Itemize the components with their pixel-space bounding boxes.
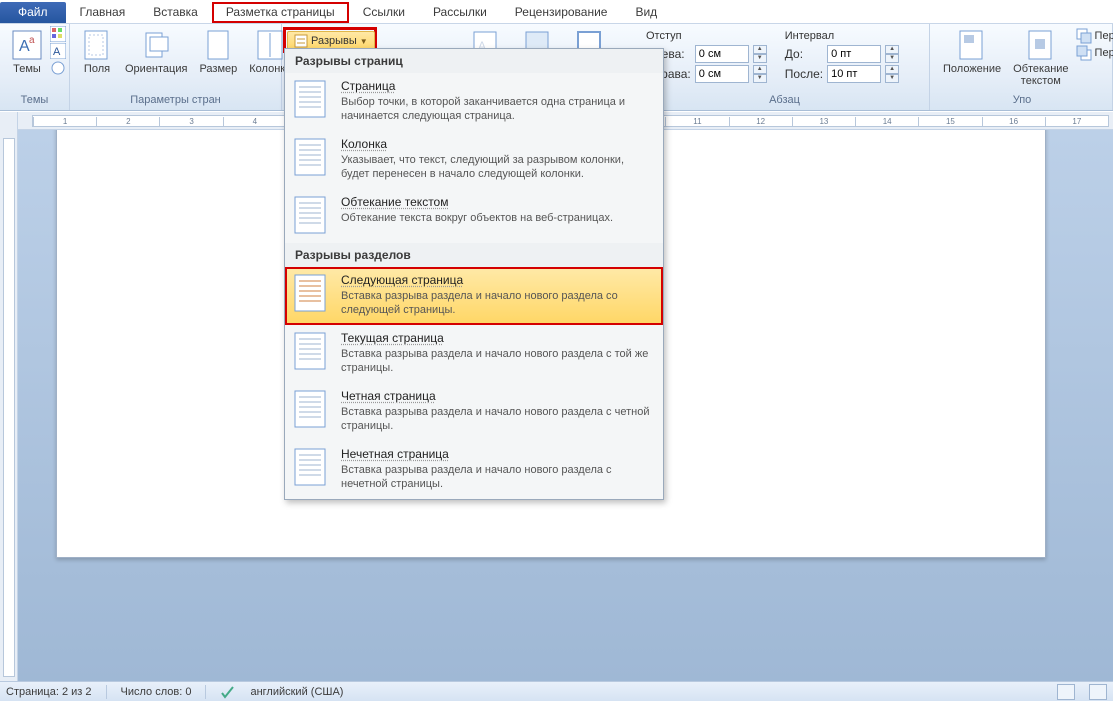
theme-fonts-icon[interactable]: A [50,43,66,59]
menu-item-desc: Вставка разрыва раздела и начало нового … [341,347,653,375]
breaks-icon [294,34,308,48]
indent-left-spinner[interactable]: ▲▼ [753,45,767,63]
break-item-icon [291,331,331,371]
size-button[interactable]: Размер [194,26,242,78]
breaks-menu: Разрывы страниц Страница Выбор точки, в к… [284,48,664,500]
spacing-header: Интервал [785,30,899,42]
menu-item-sectionbreak-1[interactable]: Текущая страница Вставка разрыва раздела … [285,325,663,383]
group-page-setup: Поля Ориентация Размер Колонки Параметры… [70,24,282,110]
tab-insert[interactable]: Вставка [139,2,212,23]
svg-text:a: a [29,35,35,46]
menu-item-title: Текущая страница [341,331,653,345]
menu-item-title: Колонка [341,137,653,151]
themes-icon: Aa [11,29,43,61]
svg-text:A: A [53,46,61,58]
send-backward-button[interactable]: Пере [1076,45,1113,61]
theme-colors-icon[interactable] [50,26,66,42]
group-label-arrange: Упо [938,94,1106,108]
status-bar: Страница: 2 из 2 Число слов: 0 английски… [0,681,1113,701]
break-item-icon [291,389,331,429]
status-page[interactable]: Страница: 2 из 2 [6,686,92,698]
group-themes: Aa Темы A Темы [0,24,70,110]
menu-item-title: Нечетная страница [341,447,653,461]
spacing-before-input[interactable] [827,45,881,63]
menu-item-title: Обтекание текстом [341,195,653,209]
menu-item-title: Следующая страница [341,273,653,287]
menu-section-section-breaks: Разрывы разделов [285,243,663,267]
tab-home[interactable]: Главная [66,2,140,23]
indent-right-input[interactable] [695,65,749,83]
position-button[interactable]: Положение [938,26,1006,78]
indent-header: Отступ [646,30,767,42]
menu-item-desc: Указывает, что текст, следующий за разры… [341,153,653,181]
break-item-icon [291,195,331,235]
view-print-layout-button[interactable] [1057,684,1075,700]
tab-review[interactable]: Рецензирование [501,2,622,23]
ribbon-tabs: Файл Главная Вставка Разметка страницы С… [0,0,1113,23]
spacing-after-input[interactable] [827,65,881,83]
group-label-pagesetup: Параметры стран [76,94,275,108]
indent-left-input[interactable] [695,45,749,63]
size-label: Размер [199,63,237,75]
menu-item-desc: Вставка разрыва раздела и начало нового … [341,463,653,491]
margins-button[interactable]: Поля [76,26,118,78]
break-item-icon [291,137,331,177]
group-label-paragraph: Абзац [646,94,923,108]
position-icon [956,29,988,61]
margins-label: Поля [84,63,110,75]
orientation-icon [140,29,172,61]
send-backward-icon [1076,45,1092,61]
group-label-themes: Темы [6,94,63,108]
vertical-ruler[interactable] [0,112,18,681]
menu-item-pagebreak-2[interactable]: Обтекание текстом Обтекание текста вокруг… [285,189,663,243]
bring-forward-button[interactable]: Пере [1076,28,1113,44]
spacing-after-label: После: [785,67,823,81]
menu-item-desc: Вставка разрыва раздела и начало нового … [341,405,653,433]
wrap-text-icon [1025,29,1057,61]
columns-icon [254,29,286,61]
size-icon [202,29,234,61]
themes-label: Темы [13,63,41,75]
group-paragraph: Отступ Слева: ▲▼ Справа: ▲▼ Интервал До:… [640,24,930,110]
break-item-icon [291,447,331,487]
tab-file[interactable]: Файл [0,2,66,23]
orientation-button[interactable]: Ориентация [120,26,192,78]
menu-item-desc: Вставка разрыва раздела и начало нового … [341,289,653,317]
menu-item-desc: Выбор точки, в которой заканчивается одн… [341,95,653,123]
break-item-icon [291,79,331,119]
view-fullscreen-button[interactable] [1089,684,1107,700]
menu-item-sectionbreak-3[interactable]: Нечетная страница Вставка разрыва раздела… [285,441,663,499]
dropdown-arrow-icon: ▼ [360,37,368,46]
menu-item-desc: Обтекание текста вокруг объектов на веб-… [341,211,653,225]
orientation-label: Ориентация [125,63,187,75]
position-label: Положение [943,63,1001,75]
spacing-before-label: До: [785,47,823,61]
margins-icon [81,29,113,61]
menu-item-sectionbreak-2[interactable]: Четная страница Вставка разрыва раздела и… [285,383,663,441]
menu-item-pagebreak-0[interactable]: Страница Выбор точки, в которой заканчива… [285,73,663,131]
tab-page-layout[interactable]: Разметка страницы [212,2,349,23]
menu-item-title: Страница [341,79,653,93]
tab-view[interactable]: Вид [621,2,671,23]
tab-mailings[interactable]: Рассылки [419,2,501,23]
status-language[interactable]: английский (США) [250,686,343,698]
bring-forward-icon [1076,28,1092,44]
themes-button[interactable]: Aa Темы [6,26,48,78]
status-word-count[interactable]: Число слов: 0 [121,686,192,698]
menu-item-sectionbreak-0[interactable]: Следующая страница Вставка разрыва раздел… [285,267,663,325]
tab-references[interactable]: Ссылки [349,2,419,23]
theme-effects-icon[interactable] [50,60,66,76]
breaks-label: Разрывы [311,35,357,47]
indent-right-spinner[interactable]: ▲▼ [753,65,767,83]
group-arrange: Положение Обтекание текстом Пере Пере Уп… [932,24,1113,110]
wrap-text-label: Обтекание текстом [1013,63,1068,87]
menu-item-pagebreak-1[interactable]: Колонка Указывает, что текст, следующий з… [285,131,663,189]
spellcheck-icon[interactable] [220,685,236,699]
spacing-before-spinner[interactable]: ▲▼ [885,45,899,63]
menu-item-title: Четная страница [341,389,653,403]
menu-section-page-breaks: Разрывы страниц [285,49,663,73]
spacing-after-spinner[interactable]: ▲▼ [885,65,899,83]
break-item-icon [291,273,331,313]
wrap-text-button[interactable]: Обтекание текстом [1008,26,1073,90]
